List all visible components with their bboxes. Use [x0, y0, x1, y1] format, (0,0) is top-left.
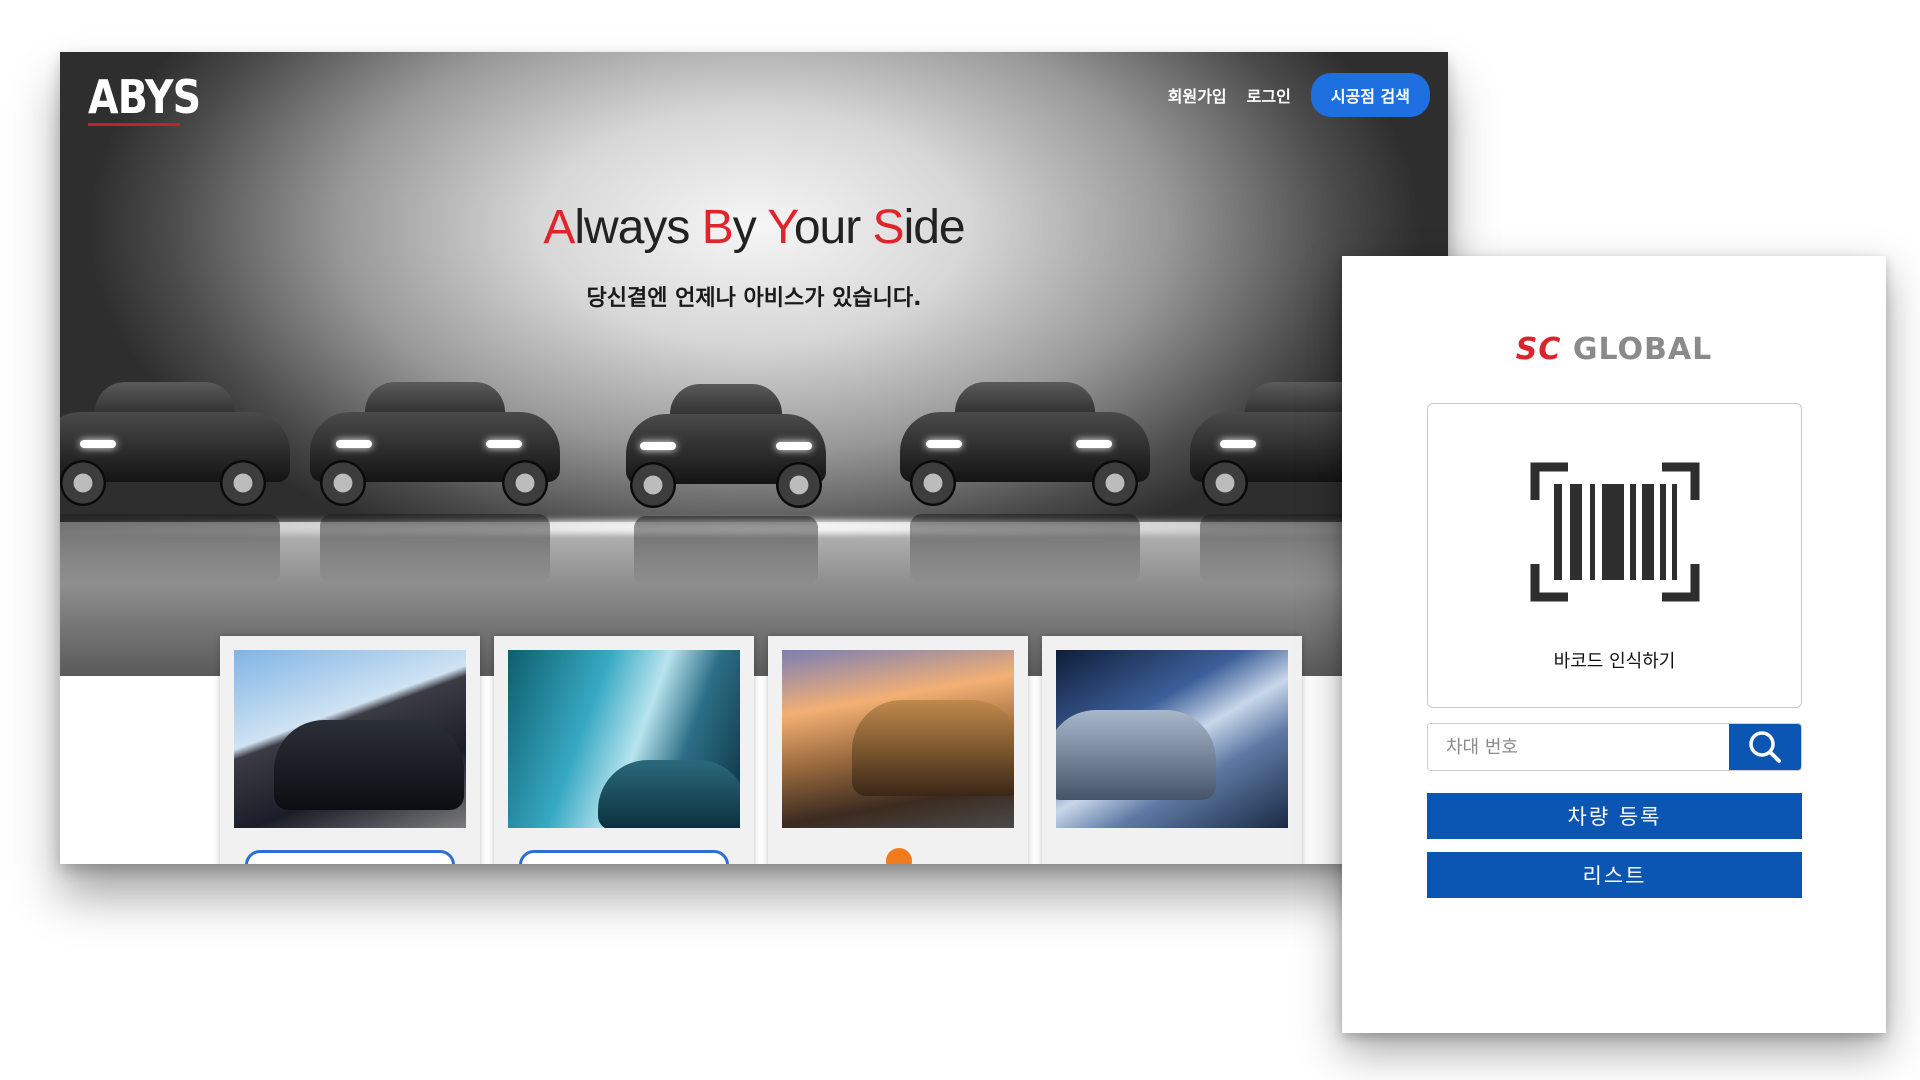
car-side-mirror-photo: [508, 650, 740, 828]
website-mockup: ABYS 회원가입 로그인 시공점 검색 Always By Your Side…: [60, 52, 1448, 864]
login-link[interactable]: 로그인: [1247, 83, 1291, 107]
tagline-text: ide: [903, 201, 966, 254]
car-image: [900, 382, 1150, 592]
car-image: [60, 382, 290, 592]
brand-global: GLOBAL: [1561, 332, 1713, 367]
service-cards: [220, 636, 1302, 864]
car-image: [626, 384, 826, 594]
brand-sc: SC: [1515, 332, 1562, 367]
card-button[interactable]: [519, 850, 729, 864]
hero-subtitle: 당신곁엔 언제나 아비스가 있습니다.: [586, 286, 922, 311]
barcode-scan-icon: [1530, 462, 1700, 602]
tagline-accent-letter: B: [701, 201, 734, 254]
car-image: [310, 382, 560, 592]
car-headlight-road-photo: [1056, 650, 1288, 828]
mobile-app-panel: SC GLOBAL 바코드 인식하기 차대 번호 차량 등록 리스트: [1342, 256, 1886, 1033]
list-button[interactable]: 리스트: [1427, 852, 1802, 898]
find-store-button[interactable]: 시공점 검색: [1310, 73, 1430, 117]
vin-search: [1427, 723, 1802, 771]
tagline-text: lways: [574, 201, 702, 254]
top-nav: 회원가입 로그인 시공점 검색: [1168, 73, 1430, 117]
card-button[interactable]: [245, 850, 455, 864]
hero-banner: ABYS 회원가입 로그인 시공점 검색 Always By Your Side…: [60, 52, 1448, 676]
hero-tagline: Always By Your Side: [60, 200, 1448, 255]
tagline-accent-letter: S: [872, 201, 905, 254]
logo-dot: [886, 848, 912, 864]
service-card[interactable]: [494, 636, 754, 864]
tagline-accent-letter: A: [543, 201, 575, 254]
service-card[interactable]: [1042, 636, 1302, 864]
barcode-scan-button[interactable]: 바코드 인식하기: [1427, 403, 1802, 708]
tagline-text: our: [793, 201, 873, 254]
register-vehicle-button[interactable]: 차량 등록: [1427, 793, 1802, 839]
tagline-accent-letter: Y: [767, 201, 795, 254]
card-brand-logo: [828, 848, 968, 864]
abys-logo[interactable]: ABYS: [88, 70, 201, 124]
vin-search-input[interactable]: [1428, 724, 1729, 770]
sc-global-logo: SC GLOBAL: [1342, 332, 1886, 367]
scan-label: 바코드 인식하기: [1553, 651, 1676, 672]
tagline-text: y: [732, 201, 768, 254]
car-tire-road-photo: [234, 650, 466, 828]
service-card[interactable]: [768, 636, 1028, 864]
car-sunset-photo: [782, 650, 1014, 828]
logo-underline: [88, 123, 180, 126]
signup-link[interactable]: 회원가입: [1168, 83, 1227, 107]
service-card[interactable]: [220, 636, 480, 864]
search-button[interactable]: [1729, 724, 1801, 770]
search-icon: [1749, 731, 1781, 763]
